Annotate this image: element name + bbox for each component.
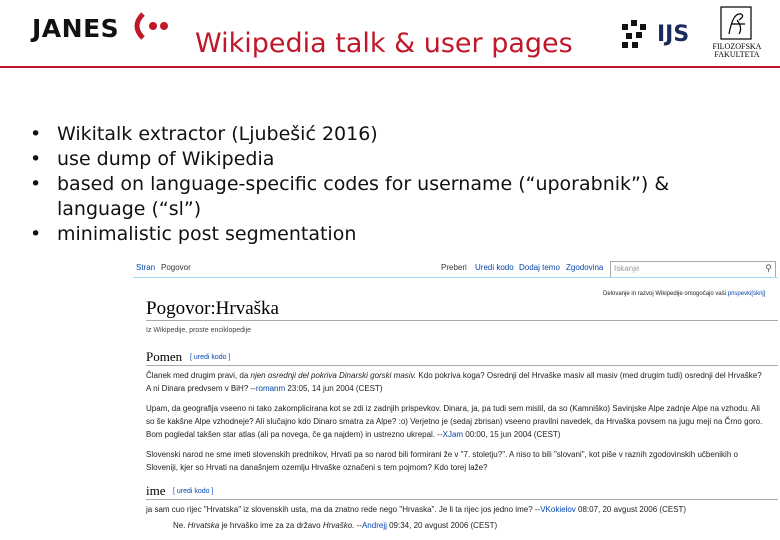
user-link[interactable]: romanm xyxy=(256,384,285,393)
user-link[interactable]: VKokielov xyxy=(540,505,576,514)
wikipedia-screenshot: Stran Pogovor Preberi Uredi kodo Dodaj t… xyxy=(133,261,778,538)
header-divider xyxy=(0,66,780,68)
notice-hide-link[interactable]: [skrij] xyxy=(751,291,765,297)
user-link[interactable]: Andrejj xyxy=(362,521,387,530)
section-heading-pomen: Pomen xyxy=(146,349,183,364)
section-divider xyxy=(146,499,778,500)
bullet-text: based on language-specific codes for use… xyxy=(57,173,670,220)
bullet-item: • use dump of Wikipedia xyxy=(30,148,275,170)
post-timestamp: 23:05, 14 jun 2004 (CEST) xyxy=(285,384,383,393)
tab-zgodovina[interactable]: Zgodovina xyxy=(566,263,603,272)
bullet-list: • Wikitalk extractor (Ljubešić 2016) • use… xyxy=(30,122,750,247)
ijs-logo-text: IJS xyxy=(657,22,690,47)
post-timestamp: 08:07, 20 avgust 2006 (CEST) xyxy=(575,505,687,514)
bullet-text: Wikitalk extractor (Ljubešić 2016) xyxy=(57,123,378,145)
search-input[interactable]: Iskanje ⚲ xyxy=(610,261,776,278)
post-text: ja sam cuo rijec "Hrvatska" iz slovenski… xyxy=(146,505,541,514)
tab-pogovor[interactable]: Pogovor xyxy=(161,263,191,272)
user-link[interactable]: XJam xyxy=(443,430,463,439)
ijs-logo: IJS xyxy=(622,20,689,57)
talk-post: ja sam cuo rijec "Hrvatska" iz slovenski… xyxy=(146,503,766,516)
search-icon[interactable]: ⚲ xyxy=(765,263,772,274)
slide-title: Wikipedia talk & user pages xyxy=(195,28,573,59)
page-title: Pogovor:Hrvaška xyxy=(146,298,279,319)
bullet-text: use dump of Wikipedia xyxy=(57,148,275,170)
talk-post: Slovenski narod ne sme imeti slovenskih … xyxy=(146,448,766,474)
bullet-text: minimalistic post segmentation xyxy=(57,223,357,245)
from-line: Iz Wikipedije, proste enciklopedije xyxy=(146,327,252,334)
edit-section-link[interactable]: [ uredi kodo ] xyxy=(190,354,230,361)
ff-logo-line2: FAKULTETA xyxy=(714,50,760,59)
ff-logo-emblem-icon xyxy=(720,6,752,40)
post-timestamp: 09:34, 20 avgust 2006 (CEST) xyxy=(386,521,498,530)
post-text: je hrvaško ime za za državo xyxy=(219,521,323,530)
talk-post: Članek med drugim pravi, da njen osrednj… xyxy=(146,369,766,395)
ff-logo: FILOZOFSKA FAKULTETA xyxy=(709,6,765,60)
donation-notice: Delovanje in razvoj Wikipedije omogočajo… xyxy=(603,291,765,297)
janes-logo-mark-icon xyxy=(134,12,168,40)
bullet-item: • minimalistic post segmentation xyxy=(30,223,357,245)
edit-section-link[interactable]: [ uredi kodo ] xyxy=(173,488,213,495)
section-divider xyxy=(146,365,778,366)
post-text: Članek med drugim pravi, da xyxy=(146,371,251,380)
post-quote: njen osrednji del pokriva Dinarski gorsk… xyxy=(250,371,417,380)
post-emphasis: Hrvatska xyxy=(187,521,220,530)
title-divider xyxy=(146,320,778,321)
janes-logo-text: JANES xyxy=(32,14,120,43)
bullet-item: • based on language-specific codes for us… xyxy=(30,173,670,220)
ijs-logo-mark-icon xyxy=(622,20,646,48)
section-heading-ime: ime xyxy=(146,483,166,498)
tab-dodaj-temo[interactable]: Dodaj temo xyxy=(519,263,560,272)
post-text: Ne. xyxy=(173,521,188,530)
tab-stran[interactable]: Stran xyxy=(136,263,155,272)
tab-bar-divider xyxy=(133,277,778,278)
search-placeholder: Iskanje xyxy=(614,264,640,273)
post-emphasis: Hrvaško. xyxy=(322,521,355,530)
post-timestamp: 00:00, 15 jun 2004 (CEST) xyxy=(463,430,561,439)
bullet-item: • Wikitalk extractor (Ljubešić 2016) xyxy=(30,123,378,145)
janes-logo: JANES xyxy=(32,12,168,54)
notice-text: Delovanje in razvoj Wikipedije omogočajo… xyxy=(603,291,727,297)
post-text: Slovenski narod ne sme imeti slovenskih … xyxy=(146,450,738,472)
notice-link[interactable]: prispevki xyxy=(728,291,752,297)
tab-preberi[interactable]: Preberi xyxy=(441,263,467,272)
tab-uredi-kodo[interactable]: Uredi kodo xyxy=(475,263,514,272)
talk-post: Upam, da geografija vseeno ni tako zakom… xyxy=(146,402,766,441)
talk-post-reply: Ne. Hrvatska je hrvaško ime za za državo… xyxy=(173,521,498,530)
